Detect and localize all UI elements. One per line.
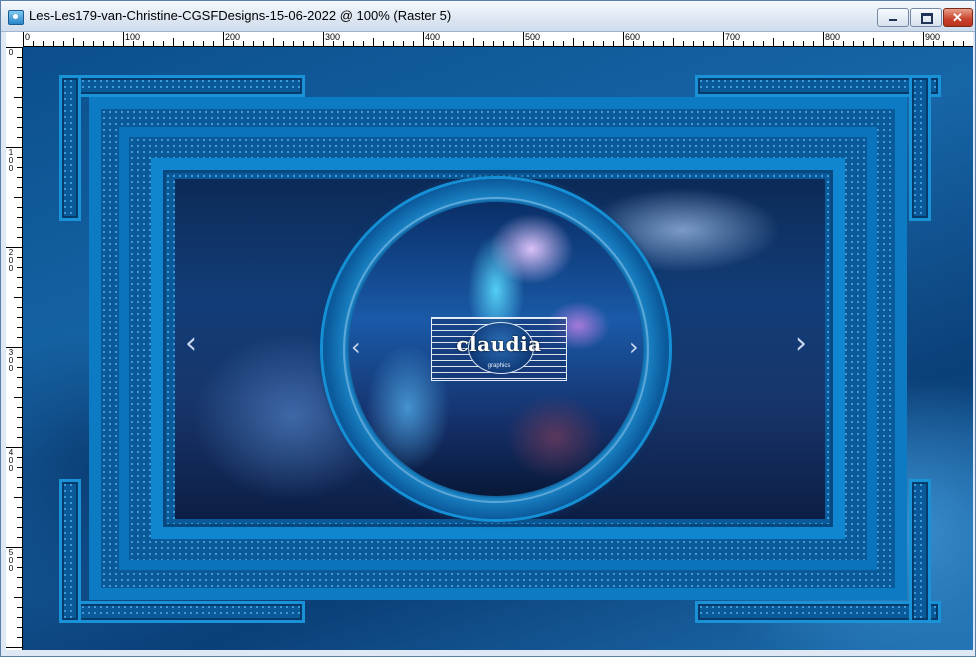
- close-icon: ✕: [952, 10, 963, 25]
- ruler-label: 700: [725, 32, 741, 42]
- ruler-label: 400: [425, 32, 441, 42]
- corner-bar-bottom-left: [59, 601, 305, 623]
- ruler-corner: [6, 32, 23, 47]
- corner-bar-bottom-right-vertical: [909, 479, 931, 623]
- ruler-label: 3 0 0: [8, 348, 14, 373]
- watermark-logo: claudia graphics: [431, 317, 567, 381]
- minimize-icon: [889, 19, 897, 21]
- image-window: Les-Les179-van-Christine-CGSFDesigns-15-…: [0, 0, 976, 657]
- ruler-label: 200: [225, 32, 241, 42]
- ruler-label: 300: [325, 32, 341, 42]
- maximize-button[interactable]: [910, 8, 942, 27]
- close-button[interactable]: ✕: [943, 8, 973, 27]
- corner-bar-bottom-left-vertical: [59, 479, 81, 623]
- ruler-label: 600: [625, 32, 641, 42]
- corner-bar-top-left: [59, 75, 305, 97]
- corner-bar-top-right-vertical: [909, 75, 931, 221]
- vertical-ruler[interactable]: 0 1 0 0 2 0 0 3 0 0 4 0 0 5 0 0: [6, 47, 23, 650]
- corner-bar-bottom-right: [695, 601, 941, 623]
- maximize-icon: [921, 13, 933, 24]
- image-canvas[interactable]: ‹ › ‹ › claudia graphics: [23, 47, 973, 650]
- nav-left-arrow-icon: ‹: [185, 326, 197, 361]
- ruler-label: 0: [8, 48, 14, 57]
- title-bar[interactable]: Les-Les179-van-Christine-CGSFDesigns-15-…: [1, 1, 975, 32]
- ruler-label: 0: [25, 32, 31, 42]
- corner-bar-top-left-vertical: [59, 75, 81, 221]
- ruler-label: 100: [125, 32, 141, 42]
- ruler-label: 1 0 0: [8, 148, 14, 173]
- psp-image-icon: [8, 10, 24, 25]
- corner-bar-top-right: [695, 75, 941, 97]
- window-title: Les-Les179-van-Christine-CGSFDesigns-15-…: [29, 8, 452, 23]
- ruler-label: 2 0 0: [8, 248, 14, 273]
- ruler-label: 4 0 0: [8, 448, 14, 473]
- minimize-button[interactable]: [877, 8, 909, 27]
- nav-right-arrow-icon: ›: [795, 326, 807, 361]
- ruler-label: 5 0 0: [8, 548, 14, 573]
- ruler-label: 800: [825, 32, 841, 42]
- ruler-label: 900: [925, 32, 941, 42]
- horizontal-ruler[interactable]: 0 100 200 300 400 500 600 700 800 900: [23, 32, 973, 47]
- logo-subtext: graphics: [487, 363, 511, 369]
- ruler-label: 500: [525, 32, 541, 42]
- logo-text: claudia: [456, 332, 542, 356]
